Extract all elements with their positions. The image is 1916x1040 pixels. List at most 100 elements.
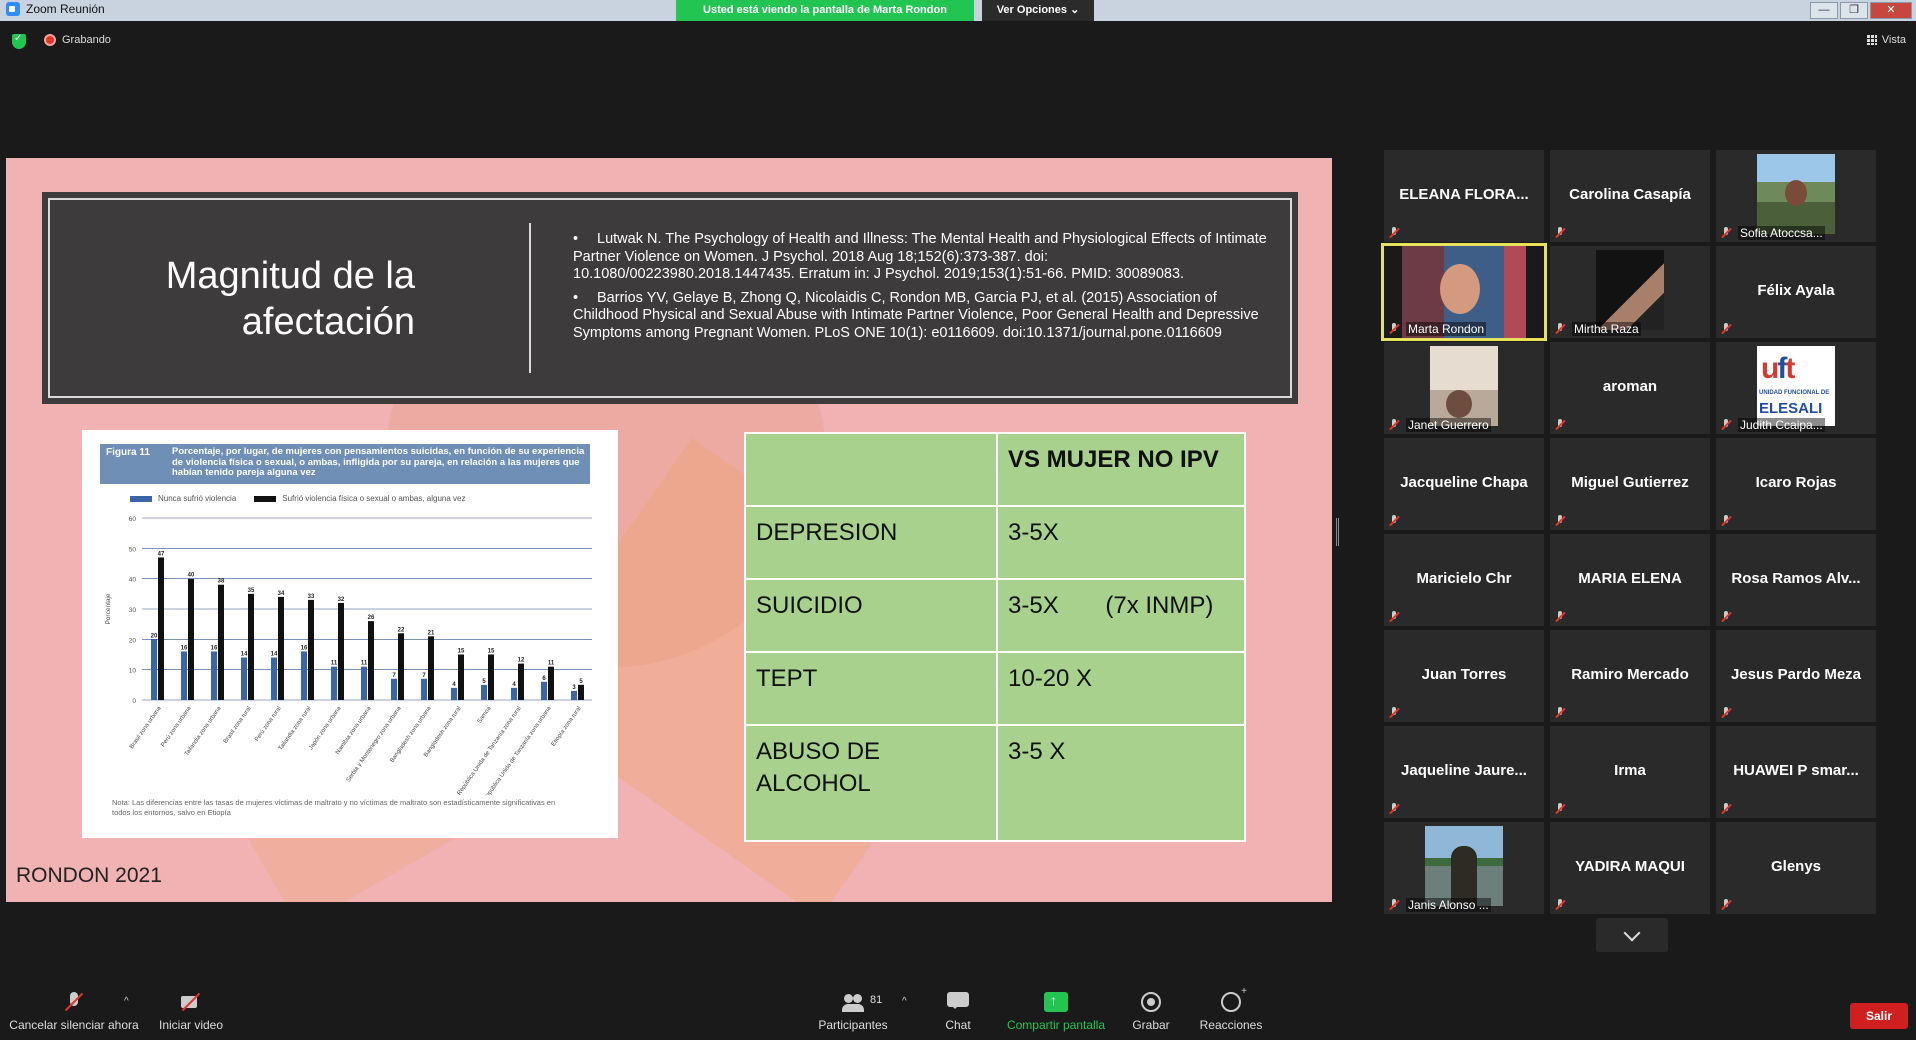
table-header-cell [744,432,998,507]
bar [218,584,224,700]
participant-name: Icaro Rojas [1755,474,1837,491]
gallery-next-page-button[interactable] [1596,918,1668,952]
bar [481,684,487,700]
video-off-icon [180,992,202,1012]
y-axis-label: Porcentaje [105,593,112,624]
chat-button[interactable]: Chat [934,978,982,1032]
slide-header: Magnitud de la afectación Lutwak N. The … [42,192,1298,404]
participant-name: Miguel Gutierrez [1571,474,1689,491]
participant-name: aroman [1602,378,1658,395]
minimize-button[interactable]: — [1810,2,1838,19]
bar [361,666,367,700]
participant-tile[interactable]: Mirtha Raza [1550,246,1710,338]
data-label: 12 [518,658,525,664]
participant-tile[interactable]: Marta Rondon [1381,243,1547,341]
window-title: Zoom Reunión [26,2,105,16]
participant-tile[interactable]: Sofia Atoccsa... [1716,150,1876,242]
zoom-logo-icon [6,2,20,16]
participant-tile[interactable]: Glenys [1716,822,1876,914]
participant-tile[interactable]: Rosa Ramos Alv... [1716,534,1876,626]
participant-tile[interactable]: Janis Alonso ... [1384,822,1544,914]
unmute-button[interactable]: Cancelar silenciar ahora [6,978,142,1032]
muted-mic-icon [1720,419,1732,431]
participant-video: uft UNIDAD FUNCIONAL DE ELESALI [1757,346,1835,426]
muted-mic-icon [1720,611,1732,623]
data-label: 4 [512,682,516,688]
participant-name-label: Mirtha Raza [1572,322,1641,336]
participant-tile[interactable]: MARIA ELENA [1550,534,1710,626]
muted-mic-icon [1554,323,1566,335]
participant-tile[interactable]: YADIRA MAQUI [1550,822,1710,914]
bar [571,690,577,700]
participant-tile[interactable]: Jaqueline Jaure... [1384,726,1544,818]
slide-footer: RONDON 2021 [16,864,162,887]
x-tick-label: Perú zona urbana [160,705,193,748]
data-label: 16 [181,645,188,651]
muted-mic-icon [1388,611,1400,623]
x-tick-label: Serbia y Montenegro zona urbana [346,705,403,783]
participant-tile[interactable]: Carolina Casapía [1550,150,1710,242]
participant-tile[interactable]: Ramiro Mercado [1550,630,1710,722]
encryption-shield-icon[interactable] [12,33,26,49]
bar [188,578,194,700]
bar-chart: 0102030405060Porcentaje2047Brasil zona u… [105,516,592,795]
comparison-table: VS MUJER NO IPV DEPRESION 3-5X SUICIDIO … [744,432,1246,843]
table-row: TEPT 10-20 X [744,650,1246,726]
muted-mic-icon [1554,803,1566,815]
panel-resize-handle[interactable] [1336,518,1339,546]
participants-options-caret[interactable]: ^ [902,996,907,1007]
participant-tile[interactable]: Janet Guerrero [1384,342,1544,434]
participant-tile[interactable]: HUAWEI P smar... [1716,726,1876,818]
restore-button[interactable]: ❐ [1840,2,1868,19]
participant-tile[interactable]: Jesus Pardo Meza [1716,630,1876,722]
participant-name: Glenys [1770,858,1822,875]
record-button[interactable]: Grabar [1130,978,1172,1032]
view-options-button[interactable]: Ver Opciones ⌄ [982,0,1094,21]
bar [278,596,284,700]
participant-tile[interactable]: Miguel Gutierrez [1550,438,1710,530]
participant-name: Maricielo Chr [1416,570,1512,587]
reactions-button[interactable]: Reacciones [1198,978,1264,1032]
audio-options-caret[interactable]: ^ [124,996,129,1007]
start-video-button[interactable]: Iniciar video [154,978,228,1032]
bar [241,657,247,700]
participant-tile[interactable]: Icaro Rojas [1716,438,1876,530]
bar [578,684,584,700]
table-cell: TEPT [744,650,998,726]
participant-name: MARIA ELENA [1578,570,1682,587]
reference-item: Lutwak N. The Psychology of Health and I… [573,231,1273,284]
participant-tile[interactable]: ELEANA FLORA... [1384,150,1544,242]
participant-tile[interactable]: Irma [1550,726,1710,818]
participant-tile[interactable]: Maricielo Chr [1384,534,1544,626]
participant-name-label: Janis Alonso ... [1406,898,1491,912]
y-tick-label: 0 [132,698,136,705]
view-button[interactable]: Vista [1866,34,1906,46]
participant-tile[interactable]: Félix Ayala [1716,246,1876,338]
data-label: 3 [572,685,576,691]
figure-caption: Figura 11 Porcentaje, por lugar, de muje… [100,444,590,484]
bar [181,651,187,700]
y-tick-label: 40 [129,577,137,584]
participant-tile[interactable]: Juan Torres [1384,630,1544,722]
table-cell: 10-20 X [996,650,1246,726]
x-tick-label: Etiopía zona rural [551,706,583,748]
close-button[interactable]: ✕ [1870,2,1912,19]
participant-tile[interactable]: uft UNIDAD FUNCIONAL DE ELESALI Judith Ccai… [1716,342,1876,434]
participant-tile[interactable]: aroman [1550,342,1710,434]
participant-name: Jesus Pardo Meza [1730,666,1862,683]
muted-mic-icon [1720,803,1732,815]
participant-tile[interactable]: Jacqueline Chapa [1384,438,1544,530]
share-screen-button[interactable]: Compartir pantalla [1000,978,1112,1032]
data-label: 5 [579,679,583,685]
data-label: 32 [338,597,345,603]
participants-icon [842,992,864,1012]
reactions-icon [1221,986,1247,1012]
data-label: 34 [278,591,285,597]
grid-icon [1866,35,1877,45]
leave-meeting-button[interactable]: Salir [1850,1003,1908,1029]
recording-indicator[interactable]: Grabando [44,34,111,46]
bar [331,666,337,700]
data-label: 21 [428,630,435,636]
muted-mic-icon [1388,899,1400,911]
data-label: 47 [158,551,165,557]
